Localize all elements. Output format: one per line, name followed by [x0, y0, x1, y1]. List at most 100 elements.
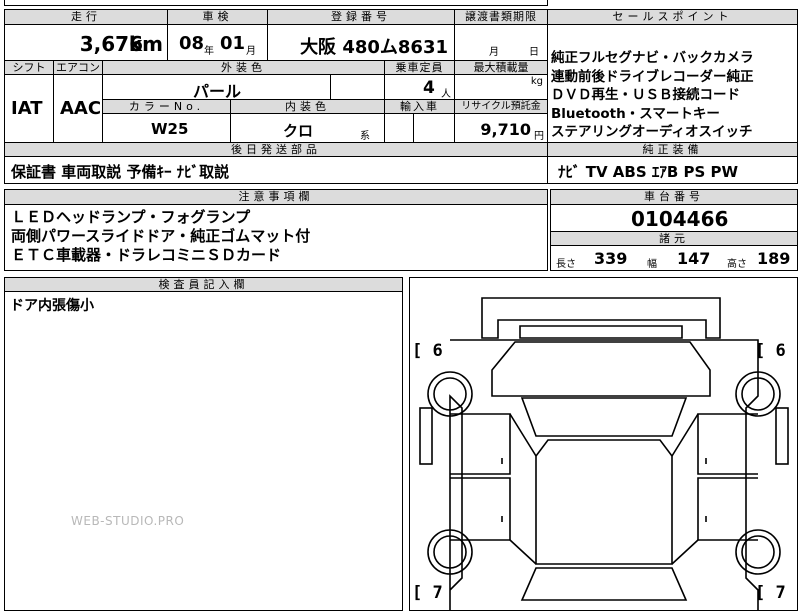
length-label: 長さ [556, 259, 576, 270]
sales-point-line: 連動前後ドライブレコーダー純正 [551, 68, 754, 85]
front-grille [519, 325, 683, 339]
inspection-year-unit: 年 [204, 46, 214, 57]
tire-tread-front-right: [ 6 [755, 341, 786, 361]
import-header: 輸入車 [384, 99, 455, 114]
mileage-cell: 3,676 km [4, 24, 168, 61]
inspection-header: 車検 [167, 9, 268, 25]
shift-cell: IAT [4, 74, 54, 143]
mileage-unit: km [128, 32, 163, 56]
capacity-header: 乗車定員 [384, 60, 455, 75]
roof [535, 439, 673, 565]
interior-color-header: 内装色 [230, 99, 385, 114]
deferred-parts-cell: 保証書 車両取説 予備ｷｰ ﾅﾋﾞ取説 [4, 156, 548, 184]
options-value: ﾅﾋﾞ TV ABS ｴｱB PS PW [558, 163, 739, 181]
height-label: 高さ [727, 259, 747, 270]
deferred-parts-value: 保証書 車両取説 予備ｷｰ ﾅﾋﾞ取説 [11, 163, 230, 181]
pillar-left [509, 413, 537, 565]
registration-cell: 大阪 480ム8631 [267, 24, 455, 61]
specs-header: 諸元 [550, 231, 798, 246]
import-cell-b [413, 113, 455, 143]
inspection-year: 08 [179, 33, 205, 54]
max-load-unit: kg [530, 76, 543, 87]
max-load-cell: kg [454, 74, 548, 100]
rear-window [520, 567, 688, 601]
length-value: 339 [594, 249, 628, 268]
sales-point-line: ステアリングオーディオスイッチ [551, 124, 753, 140]
height-value: 189 [757, 249, 791, 268]
sales-points-header: セールスポイント [547, 9, 798, 25]
hood [491, 341, 711, 397]
body-outline [449, 339, 759, 610]
specs-cell: 長さ 339 幅 147 高さ 189 [550, 245, 798, 271]
recycle-fee-cell: 9,710 円 [454, 113, 548, 143]
mirror-right [775, 407, 789, 465]
deferred-parts-header: 後日発送部品 [4, 142, 548, 157]
deadline-month-unit: 月 [489, 47, 499, 58]
tire-tread-rear-right: [ 7 [755, 583, 786, 603]
capacity-value: 4 [423, 78, 435, 98]
door-front-left [450, 413, 511, 475]
interior-color-value: クロ [283, 122, 314, 140]
caution-list: ＬＥＤヘッドランプ・フォグランプ 両側パワースライドドア・純正ゴムマット付 ＥＴ… [11, 208, 310, 265]
tire-tread-front-left: [ 6 [412, 341, 443, 361]
color-no-header: カラーNo. [102, 99, 231, 114]
interior-color-unit: 系 [360, 131, 370, 142]
recycle-fee-header: リサイクル預託金 [454, 99, 548, 114]
inspector-notes-cell: ドア内張傷小 WEB-STUDIO.PRO [4, 291, 403, 611]
aircon-header: エアコン [53, 60, 103, 75]
caution-header: 注意事項欄 [4, 189, 548, 205]
deadline-day-unit: 日 [529, 47, 539, 58]
max-load-header: 最大積載量 [454, 60, 548, 75]
registration-header: 登録番号 [267, 9, 455, 25]
tire-tread-rear-left: [ 7 [412, 583, 443, 603]
mileage-header: 走行 [4, 9, 168, 25]
sales-points-list: 純正フルセグナビ・バックカメラ 連動前後ドライブレコーダー純正 ＤＶＤ再生・ＵＳ… [551, 49, 754, 142]
inspection-cell: 08 年 01 月 [167, 24, 268, 61]
aircon-value: AAC [60, 98, 102, 119]
chassis-no-header: 車台番号 [550, 189, 798, 205]
options-header: 純正装備 [547, 142, 798, 157]
caution-cell: ＬＥＤヘッドランプ・フォグランプ 両側パワースライドドア・純正ゴムマット付 ＥＴ… [4, 204, 548, 271]
watermark: WEB-STUDIO.PRO [71, 514, 185, 528]
caution-line: ＥＴＣ車載器・ドラレコミニＳＤカード [11, 246, 282, 264]
transfer-deadline-cell: 月 日 [454, 24, 548, 61]
car-diagram [419, 297, 789, 610]
options-cell: ﾅﾋﾞ TV ABS ｴｱB PS PW [547, 156, 798, 184]
inspection-month-unit: 月 [246, 46, 256, 57]
door-front-right [697, 413, 758, 475]
interior-color-cell: クロ 系 [230, 113, 385, 143]
width-label: 幅 [647, 259, 657, 270]
caution-line: 両側パワースライドドア・純正ゴムマット付 [11, 227, 311, 245]
car-diagram-panel: [ 6 [ 6 [ 7 [ 7 [409, 277, 798, 611]
sales-point-line: Bluetooth・スマートキー [551, 105, 720, 122]
door-rear-right [697, 477, 758, 541]
import-cell-a [384, 113, 414, 143]
exterior-color-extra-cell [330, 74, 385, 100]
color-no-cell: W25 [102, 113, 231, 143]
capacity-cell: 4 人 [384, 74, 455, 100]
sales-point-line: 純正フルセグナビ・バックカメラ [551, 50, 754, 66]
sales-points-cell: 純正フルセグナビ・バックカメラ 連動前後ドライブレコーダー純正 ＤＶＤ再生・ＵＳ… [547, 24, 798, 143]
shift-value: IAT [11, 98, 43, 119]
recycle-fee-value: 9,710 [480, 120, 531, 139]
chassis-no-value: 0104466 [631, 207, 729, 231]
color-no-value: W25 [151, 120, 189, 138]
inspector-notes-value: ドア内張傷小 [10, 298, 94, 314]
inspection-month: 01 [220, 33, 246, 54]
chassis-no-cell: 0104466 [550, 204, 798, 232]
caution-line: ＬＥＤヘッドランプ・フォグランプ [11, 208, 251, 226]
inspector-notes-header: 検査員記入欄 [4, 277, 403, 292]
sales-point-line: ＤＶＤ再生・ＵＳＢ接続コード [551, 87, 740, 103]
exterior-color-header: 外装色 [102, 60, 385, 75]
mirror-left [419, 407, 433, 465]
pillar-right [671, 413, 699, 565]
recycle-fee-unit: 円 [534, 131, 544, 142]
front-bumper [481, 297, 721, 339]
windshield [520, 397, 688, 437]
door-rear-left [450, 477, 511, 541]
capacity-unit: 人 [441, 89, 451, 100]
aircon-cell: AAC [53, 74, 103, 143]
plate-value: 大阪 480ム8631 [300, 37, 448, 58]
shift-header: シフト [4, 60, 54, 75]
width-value: 147 [677, 249, 711, 268]
